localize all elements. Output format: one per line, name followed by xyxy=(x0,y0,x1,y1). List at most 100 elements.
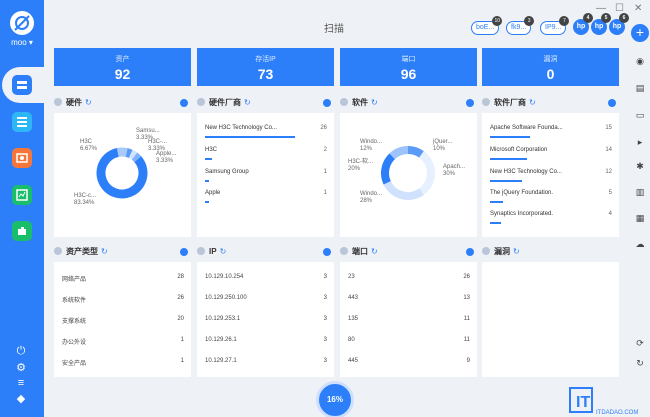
hp-icon[interactable]: hp 4 xyxy=(573,13,593,35)
donut-slice[interactable] xyxy=(125,148,133,159)
item-count: 28 xyxy=(177,274,184,280)
target-count-badge: 3 xyxy=(524,16,535,26)
donut-slice[interactable] xyxy=(383,180,424,200)
refresh-icon[interactable]: ↻ xyxy=(513,247,520,256)
vendor-bar xyxy=(205,136,295,138)
donut-slice[interactable] xyxy=(418,151,435,195)
nav-asset-scan[interactable] xyxy=(2,67,44,103)
terminal-icon[interactable]: ▸ xyxy=(634,136,646,148)
donut-slice[interactable] xyxy=(131,152,142,163)
asset-type-card: 网络产品 28 系统软件 26 支撑系统 20 办公外设 1 安全产品 1 xyxy=(54,262,191,377)
expand-icon[interactable] xyxy=(180,99,188,107)
vendor-bar xyxy=(205,158,213,160)
stat-live-ip[interactable]: 存活IP 73 xyxy=(197,48,334,86)
scan-progress[interactable]: 16% xyxy=(316,381,354,417)
hp-icon[interactable]: hp 6 xyxy=(609,13,629,35)
refresh-icon[interactable]: ↻ xyxy=(101,247,108,256)
menu-icon[interactable]: ≡ xyxy=(13,376,29,390)
hp-label: hp xyxy=(594,23,604,30)
target-pill[interactable]: IP9... 7 xyxy=(540,16,570,35)
vendor-bar xyxy=(490,201,504,203)
donut-slice[interactable] xyxy=(389,146,409,160)
cloud-icon[interactable]: ☁ xyxy=(634,238,646,250)
document-icon[interactable]: ▤ xyxy=(634,82,646,94)
stat-label: 漏洞 xyxy=(543,56,558,63)
donut-slice[interactable] xyxy=(128,149,138,160)
donut-slice[interactable] xyxy=(381,153,396,185)
vendor-name: Apple xyxy=(205,190,221,196)
maximize-icon[interactable]: ☐ xyxy=(615,3,624,14)
list-item[interactable]: 系统软件 26 xyxy=(62,295,184,304)
donut-slice[interactable] xyxy=(116,147,128,157)
chart-icon xyxy=(12,185,32,205)
settings-icon[interactable]: ⚙ xyxy=(13,361,29,375)
donut-slice[interactable] xyxy=(407,146,424,158)
expand-icon[interactable] xyxy=(180,248,188,256)
expand-icon[interactable] xyxy=(323,99,331,107)
list-item[interactable]: 80 11 xyxy=(348,337,470,343)
expand-icon[interactable] xyxy=(466,248,474,256)
slice-value: 83.34% xyxy=(74,200,95,206)
refresh-all-icon[interactable]: ↻ xyxy=(634,357,646,369)
hp-icon[interactable]: hp 5 xyxy=(591,13,611,35)
vendor-count: 1 xyxy=(323,169,327,175)
stat-ports[interactable]: 端口 96 xyxy=(340,48,477,86)
list-item[interactable]: 23 26 xyxy=(348,274,470,280)
list-item[interactable]: 安全产品 1 xyxy=(62,358,184,367)
nav-list[interactable] xyxy=(0,104,44,140)
hp-label: hp xyxy=(576,23,586,30)
top-bar: 扫描 boE... 10 fk9... 3 IP9... 7 hp 4 hp 5 hp 6 … xyxy=(44,0,650,44)
diamond-icon[interactable]: ◆ xyxy=(13,392,29,406)
minimize-icon[interactable]: — xyxy=(596,3,606,14)
list-item[interactable]: 支撑系统 20 xyxy=(62,316,184,325)
nav-plugin[interactable] xyxy=(0,213,44,249)
list-item[interactable]: 135 11 xyxy=(348,316,470,322)
bar-chart-icon[interactable]: ▥ xyxy=(634,186,646,198)
nav-chart[interactable] xyxy=(0,177,44,213)
port-icon xyxy=(340,247,348,255)
user-menu[interactable]: moo ▾ xyxy=(0,38,44,47)
target-pill-label: fk9... xyxy=(511,24,527,31)
add-icon[interactable]: + xyxy=(631,24,649,42)
expand-icon[interactable] xyxy=(608,99,616,107)
nav-image[interactable] xyxy=(0,140,44,176)
stat-value: 92 xyxy=(114,66,131,82)
bug-icon[interactable]: ✱ xyxy=(634,160,646,172)
refresh-icon[interactable]: ↻ xyxy=(220,247,227,256)
vendor-count: 12 xyxy=(605,169,612,175)
refresh-icon[interactable]: ↻ xyxy=(371,98,378,107)
slice-name: H3C-软... xyxy=(348,159,374,165)
hardware-icon xyxy=(54,98,62,106)
target-pill[interactable]: boE... 10 xyxy=(471,16,503,35)
refresh-icon[interactable]: ↻ xyxy=(244,98,251,107)
item-name: 80 xyxy=(348,337,355,343)
expand-icon[interactable] xyxy=(466,99,474,107)
item-count: 3 xyxy=(323,295,327,301)
port-header: 端口 ↻ xyxy=(340,244,477,260)
refresh-icon[interactable]: ↻ xyxy=(529,98,536,107)
refresh-icon[interactable]: ↻ xyxy=(371,247,378,256)
target-pill[interactable]: fk9... 3 xyxy=(506,16,535,35)
stat-assets[interactable]: 资产 92 xyxy=(54,48,191,86)
alert-icon[interactable]: ◉ xyxy=(634,55,646,67)
list-item[interactable]: 10.129.10.254 3 xyxy=(205,274,327,280)
power-icon[interactable]: ⏻ xyxy=(13,344,29,358)
list-item[interactable]: 办公外设 1 xyxy=(62,337,184,346)
refresh-icon[interactable]: ↻ xyxy=(85,98,92,107)
chart-label: H3C-软... 20% xyxy=(348,159,373,173)
vendor-icon xyxy=(482,98,490,106)
list-item[interactable]: 10.129.26.1 3 xyxy=(205,337,327,343)
list-item[interactable]: 443 13 xyxy=(348,295,470,301)
monitor-icon[interactable]: ▭ xyxy=(634,109,646,121)
list-item[interactable]: 10.129.27.1 3 xyxy=(205,358,327,364)
report-icon[interactable]: ▦ xyxy=(634,212,646,224)
item-name: 443 xyxy=(348,295,359,301)
item-name: 445 xyxy=(348,358,359,364)
stat-vulns[interactable]: 漏洞 0 xyxy=(482,48,619,86)
list-item[interactable]: 10.129.253.1 3 xyxy=(205,316,327,322)
expand-icon[interactable] xyxy=(323,248,331,256)
list-item[interactable]: 445 9 xyxy=(348,358,470,364)
sync-icon[interactable]: ⟳ xyxy=(634,337,646,349)
list-item[interactable]: 10.129.250.100 3 xyxy=(205,295,327,301)
list-item[interactable]: 网络产品 28 xyxy=(62,274,184,283)
